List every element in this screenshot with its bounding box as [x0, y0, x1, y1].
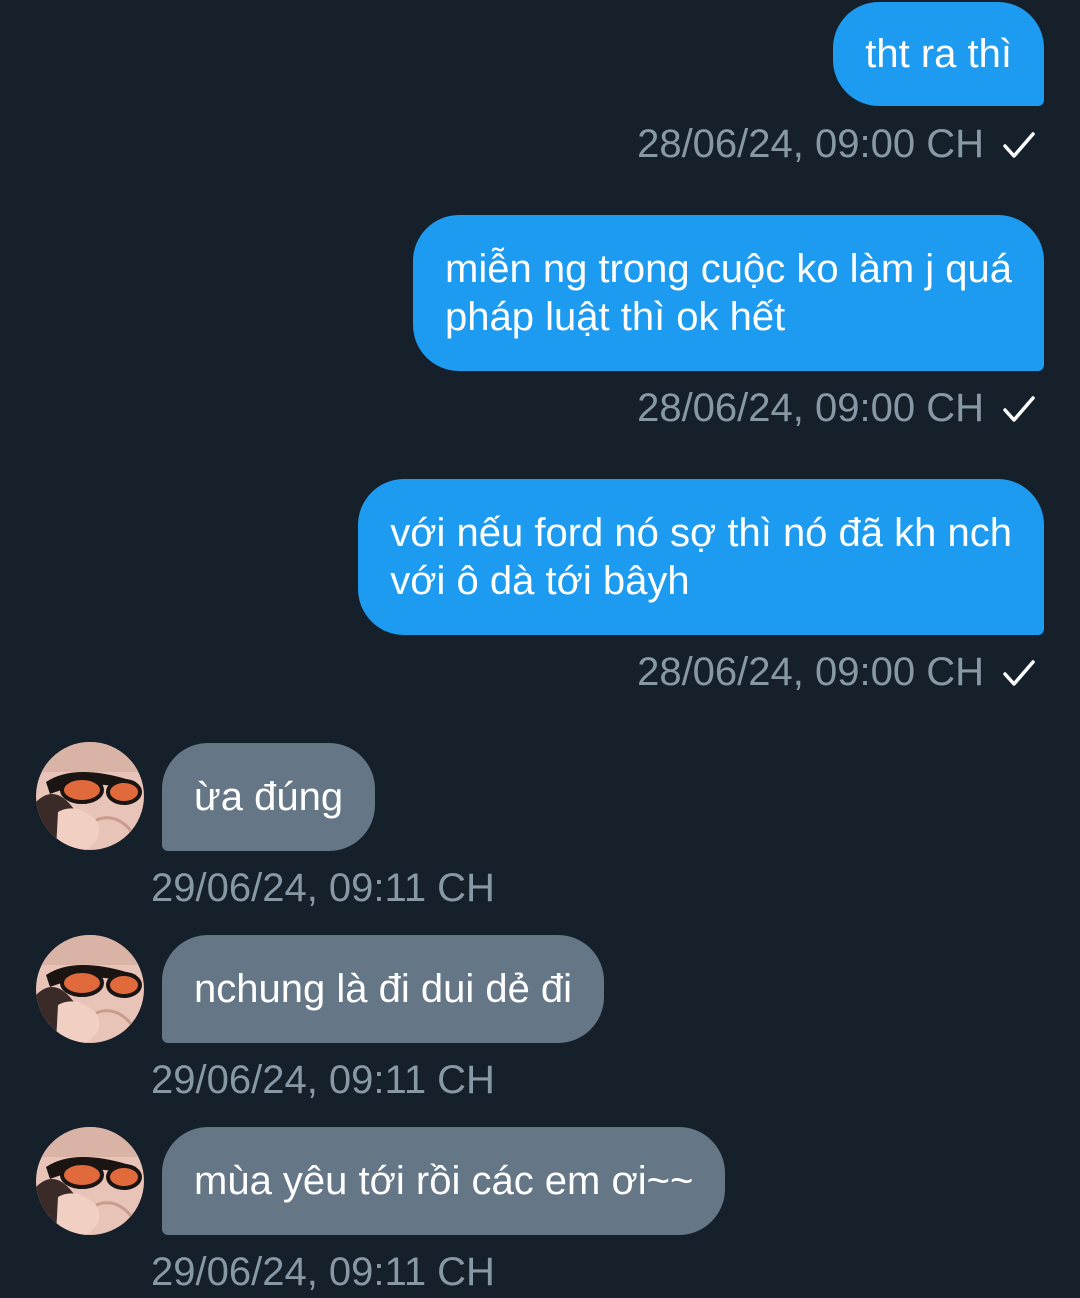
message-text-line: với ô dà tới bâyh: [390, 559, 690, 603]
message-text-line: nchung là đi dui dẻ đi: [194, 967, 573, 1011]
message-text-line: ừa đúng: [194, 775, 344, 819]
message-timestamp: 28/06/24, 09:00 CH: [637, 122, 984, 166]
message-text-line: tht ra thì: [865, 32, 1012, 76]
message-timestamp: 29/06/24, 09:11 CH: [151, 1250, 495, 1294]
check-icon: [1003, 132, 1035, 158]
incoming-message-bubble[interactable]: mùa yêu tới rồi các em ơi~~: [162, 1127, 726, 1235]
message-text-line: miễn ng trong cuộc ko làm j quá: [445, 247, 1012, 291]
avatar-image: [36, 935, 144, 1043]
message-text-line: mùa yêu tới rồi các em ơi~~: [194, 1159, 694, 1203]
check-icon: [1003, 396, 1035, 422]
message-timestamp: 29/06/24, 09:11 CH: [151, 866, 495, 910]
message-meta: 28/06/24, 09:00 CH: [637, 648, 1036, 696]
message-timestamp: 28/06/24, 09:00 CH: [637, 650, 984, 694]
message-timestamp: 29/06/24, 09:11 CH: [151, 1058, 495, 1102]
message-meta: 28/06/24, 09:00 CH: [637, 384, 1036, 432]
avatar[interactable]: [36, 935, 144, 1043]
message-text-line: pháp luật thì ok hết: [445, 295, 786, 339]
avatar[interactable]: [36, 742, 144, 850]
chat-thread[interactable]: tht ra thì 28/06/24, 09:00 CH miễn ng tr…: [0, 0, 1080, 1298]
outgoing-message-bubble[interactable]: tht ra thì: [833, 2, 1044, 106]
outgoing-message-bubble[interactable]: với nếu ford nó sợ thì nó đã kh nch với …: [358, 479, 1044, 635]
message-text-line: với nếu ford nó sợ thì nó đã kh nch: [390, 511, 1012, 555]
avatar-image: [36, 742, 144, 850]
incoming-message-bubble[interactable]: nchung là đi dui dẻ đi: [162, 935, 605, 1043]
avatar[interactable]: [36, 1127, 144, 1235]
avatar-image: [36, 1127, 144, 1235]
message-timestamp: 28/06/24, 09:00 CH: [637, 386, 984, 430]
outgoing-message-bubble[interactable]: miễn ng trong cuộc ko làm j quá pháp luậ…: [413, 215, 1044, 371]
message-meta: 28/06/24, 09:00 CH: [637, 120, 1036, 168]
incoming-message-bubble[interactable]: ừa đúng: [162, 743, 376, 851]
check-icon: [1003, 660, 1035, 686]
